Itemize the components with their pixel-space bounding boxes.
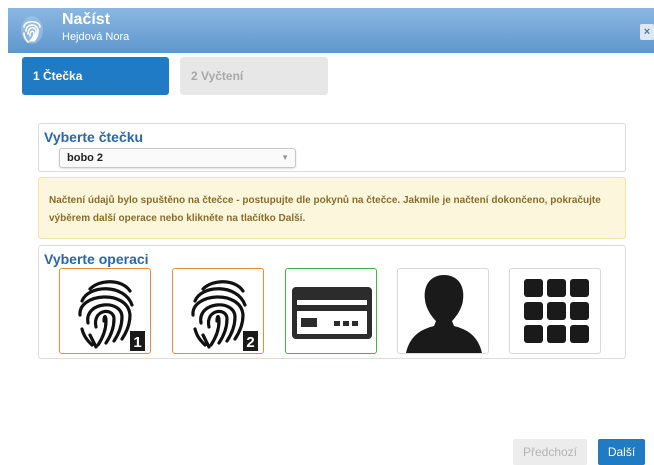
close-button[interactable]: × <box>640 24 654 40</box>
fingerprint-2-badge: 2 <box>246 334 254 351</box>
fingerprint-2-icon: 2 <box>191 280 258 351</box>
alert-text: Načtení údajů bylo spuštěno na čtečce - … <box>49 195 601 224</box>
reader-select-value: bobo 2 <box>67 152 104 164</box>
step-tab-readout[interactable]: 2 Vyčtení <box>180 57 328 95</box>
id-card-tile[interactable] <box>285 268 377 354</box>
fingerprint-1-badge: 1 <box>133 334 141 351</box>
fingerprint-2-tile[interactable]: 2 <box>172 268 264 354</box>
step-tab-reader[interactable]: 1 Čtečka <box>22 57 169 95</box>
dialog-title: Načíst <box>62 11 111 28</box>
fingerprint-1-icon: 1 <box>78 280 145 351</box>
more-operations-tile[interactable] <box>509 268 601 354</box>
grid-icon <box>524 279 589 343</box>
id-card-icon <box>292 287 372 339</box>
dialog-titlebar: Načíst Hejdová Nora <box>8 8 654 53</box>
dialog-subtitle: Hejdová Nora <box>62 31 130 43</box>
chevron-down-icon: ▼ <box>281 153 289 162</box>
operations-heading: Vyberte operaci <box>44 251 149 267</box>
info-alert: Načtení údajů bylo spuštěno na čtečce - … <box>38 177 626 239</box>
previous-button[interactable]: Předchozí <box>513 439 587 465</box>
fingerprint-1-tile[interactable]: 1 <box>59 268 151 354</box>
next-button[interactable]: Další <box>598 439 645 465</box>
person-silhouette-icon <box>406 275 482 353</box>
fingerprint-logo-icon <box>21 16 43 44</box>
reader-panel: Vyberte čtečku bobo 2 ▼ <box>38 123 626 172</box>
reader-select[interactable]: bobo 2 ▼ <box>59 148 296 168</box>
photo-tile[interactable] <box>397 268 489 354</box>
reader-heading: Vyberte čtečku <box>44 129 144 145</box>
